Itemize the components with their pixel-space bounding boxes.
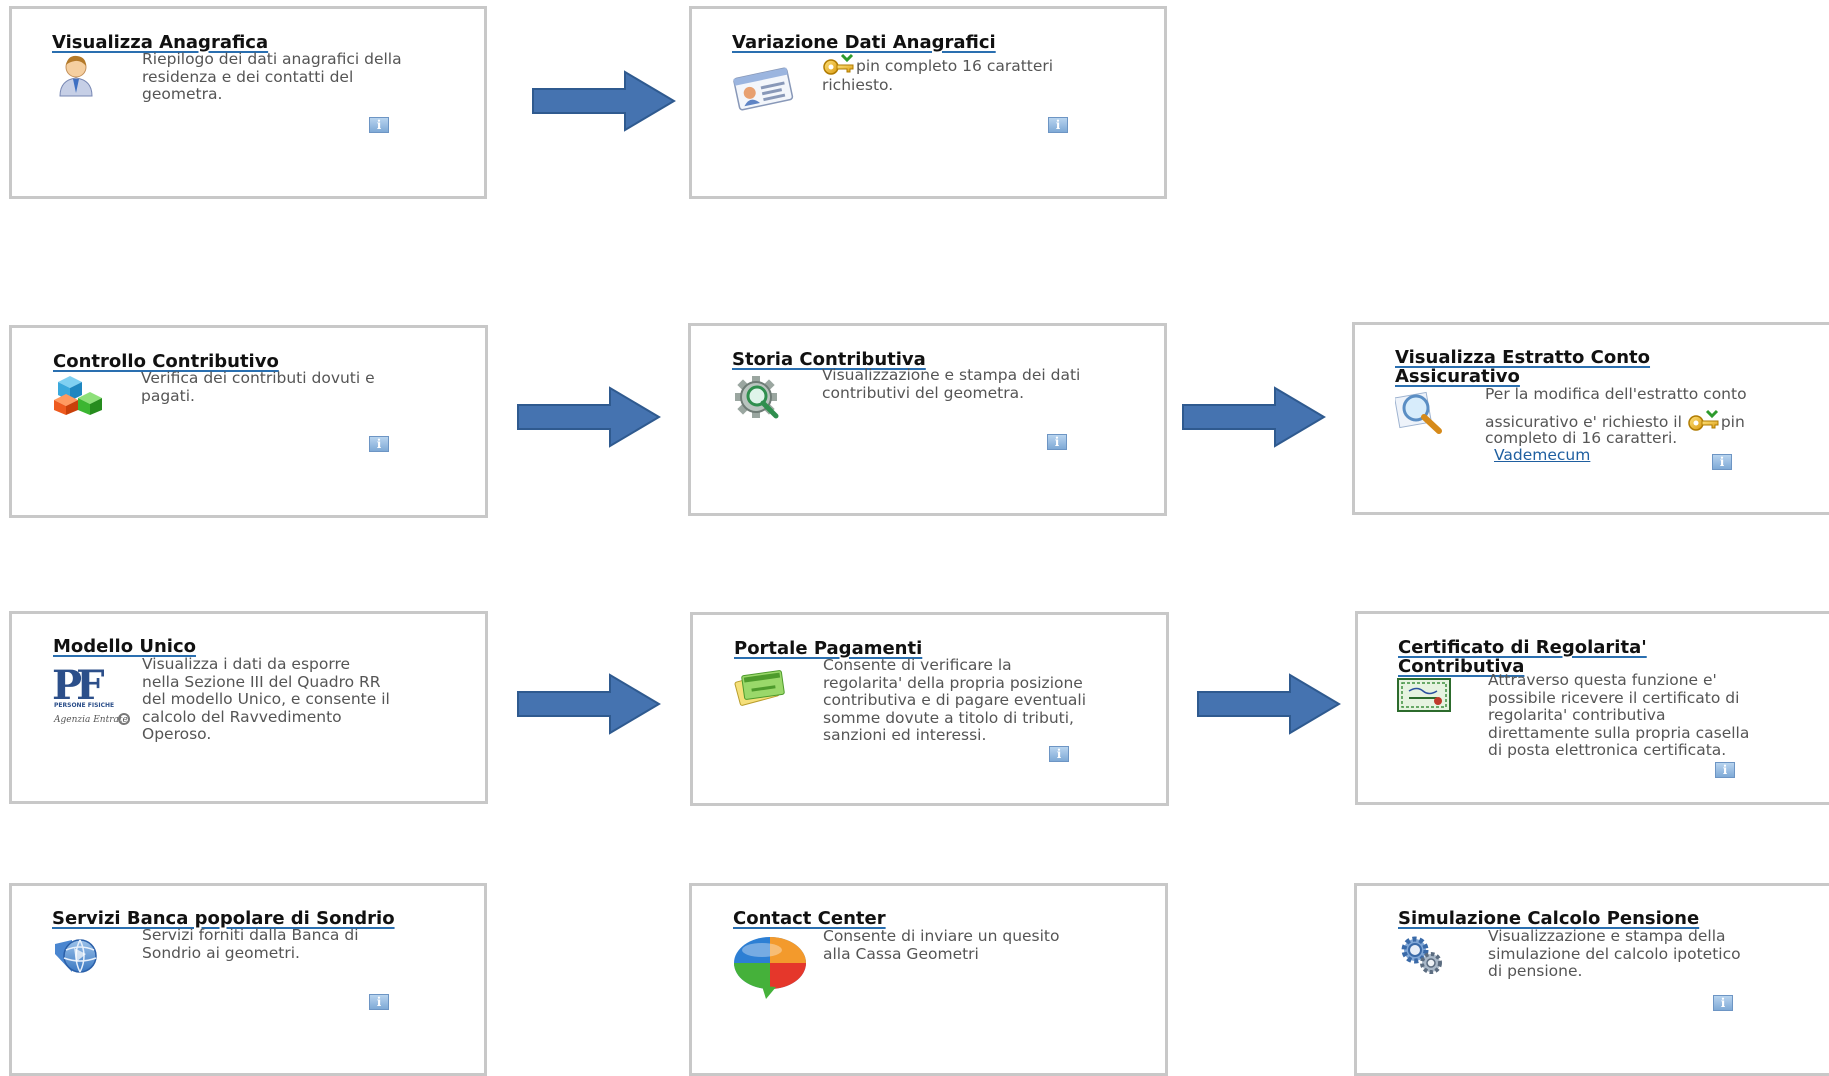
info-button[interactable]: i bbox=[369, 117, 389, 133]
card-title[interactable]: Contact Center bbox=[733, 909, 886, 928]
card-description: Consente di verificare la regolarita' del… bbox=[823, 656, 1087, 744]
card-description: Visualizzazione e stampa dei dati contrib… bbox=[822, 366, 1081, 402]
gears-icon bbox=[1397, 934, 1445, 976]
info-button[interactable]: i bbox=[369, 994, 389, 1010]
card-certificato-regolarita[interactable]: Certificato di Regolarita' Contributiva A… bbox=[1355, 611, 1829, 805]
magnifier-icon bbox=[1394, 389, 1445, 435]
card-description: Verifica dei contributi dovuti e pagati. bbox=[141, 369, 375, 405]
arrow-icon bbox=[1182, 386, 1326, 448]
card-title[interactable]: Modello Unico bbox=[53, 637, 196, 656]
card-portale-pagamenti[interactable]: Portale Pagamenti Consente di verificare… bbox=[690, 612, 1169, 806]
card-controllo-contributivo[interactable]: Controllo Contributivo Verifica dei cont… bbox=[9, 325, 488, 518]
persone-fisiche-logo: PF PERSONE FISICHE Agenzia Entrate bbox=[52, 666, 134, 728]
certificate-icon bbox=[1397, 678, 1451, 712]
card-description: Visualizzazione e stampa della simulazion… bbox=[1488, 927, 1741, 980]
card-modello-unico[interactable]: Modello Unico PF PERSONE FISICHE Agenzia… bbox=[9, 611, 488, 804]
card-title[interactable]: Variazione Dati Anagrafici bbox=[732, 33, 996, 52]
globe-icon bbox=[52, 934, 102, 976]
cubes-icon bbox=[52, 374, 108, 416]
card-description: Servizi forniti dalla Banca di Sondrio ai… bbox=[142, 926, 359, 962]
card-title[interactable]: Simulazione Calcolo Pensione bbox=[1398, 909, 1699, 928]
card-servizi-banca[interactable]: Servizi Banca popolare di Sondrio Serviz… bbox=[9, 883, 487, 1076]
card-storia-contributiva[interactable]: Storia Contributiva Visualizzazione e st… bbox=[688, 323, 1167, 516]
info-button[interactable]: i bbox=[1713, 995, 1733, 1011]
card-variazione-dati-anagrafici[interactable]: Variazione Dati Anagrafici pin completo … bbox=[689, 6, 1167, 199]
card-description: pin completo 16 caratteri richiesto. bbox=[822, 53, 1053, 95]
card-description: Riepilogo dei dati anagrafici della resid… bbox=[142, 50, 402, 103]
user-icon bbox=[57, 53, 95, 97]
key-icon bbox=[822, 53, 856, 77]
chat-bubble-icon bbox=[732, 934, 808, 1000]
card-title[interactable]: Visualizza Estratto Conto Assicurativo bbox=[1395, 348, 1650, 386]
arrow-icon bbox=[1197, 673, 1341, 735]
info-button[interactable]: i bbox=[1712, 454, 1732, 470]
info-button[interactable]: i bbox=[1049, 746, 1069, 762]
card-description: Consente di inviare un quesito alla Cassa… bbox=[823, 927, 1060, 963]
info-button[interactable]: i bbox=[1048, 117, 1068, 133]
card-description: Attraverso questa funzione e' possibile r… bbox=[1488, 671, 1750, 759]
key-icon bbox=[1687, 409, 1721, 433]
arrow-icon bbox=[532, 70, 676, 132]
vademecum-link[interactable]: Vademecum bbox=[1494, 446, 1590, 464]
card-visualizza-estratto-conto[interactable]: Visualizza Estratto Conto Assicurativo Pe… bbox=[1352, 322, 1829, 515]
card-contact-center[interactable]: Contact Center Consente di inviare un qu… bbox=[689, 883, 1168, 1076]
card-description: Visualizza i dati da esporre nella Sezion… bbox=[142, 655, 390, 743]
card-description: Per la modifica dell'estratto conto assi… bbox=[1485, 385, 1747, 464]
payment-cards-icon bbox=[733, 665, 789, 709]
arrow-icon bbox=[517, 673, 661, 735]
info-button[interactable]: i bbox=[369, 436, 389, 452]
card-simulazione-pensione[interactable]: Simulazione Calcolo Pensione Visualizzaz… bbox=[1354, 883, 1829, 1076]
info-button[interactable]: i bbox=[1715, 762, 1735, 778]
gear-magnifier-icon bbox=[732, 374, 784, 420]
id-card-icon bbox=[732, 65, 794, 111]
info-button[interactable]: i bbox=[1047, 434, 1067, 450]
card-visualizza-anagrafica[interactable]: Visualizza Anagrafica Riepilogo dei dati… bbox=[9, 6, 487, 199]
arrow-icon bbox=[517, 386, 661, 448]
